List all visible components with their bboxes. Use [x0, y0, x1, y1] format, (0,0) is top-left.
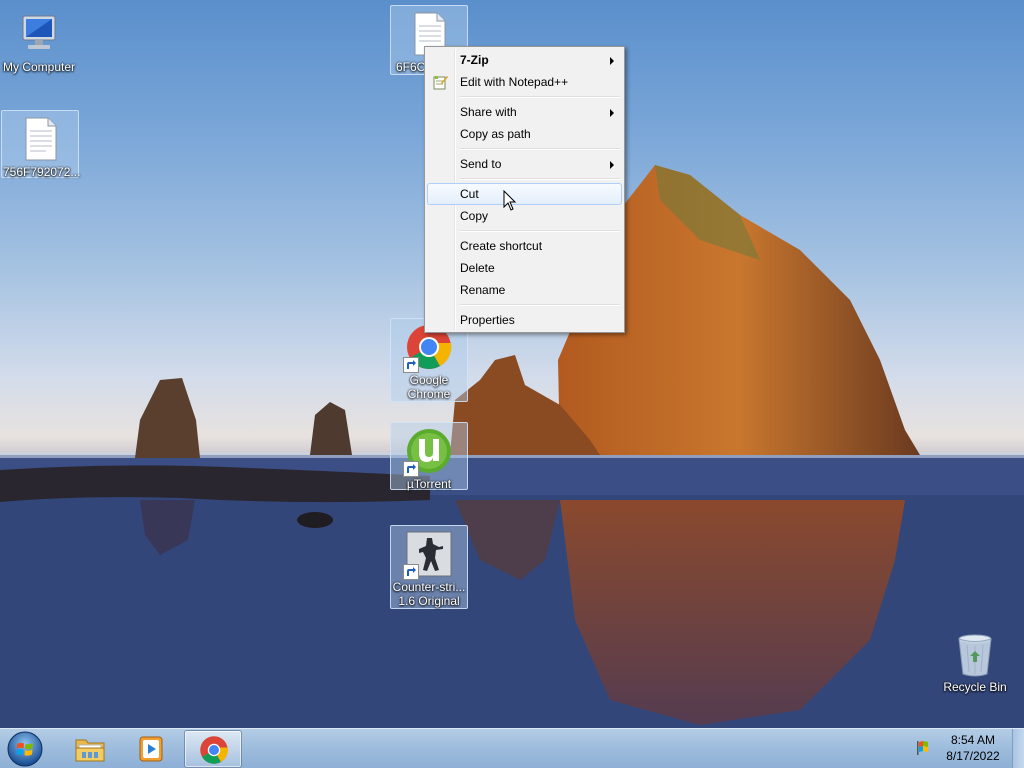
shortcut-arrow-icon [403, 564, 419, 580]
menu-item-label: Properties [460, 313, 515, 327]
submenu-arrow-icon [610, 57, 614, 65]
menu-separator [427, 93, 622, 101]
text-file-icon [16, 115, 64, 163]
explorer-folder-icon [75, 739, 105, 762]
menu-item-share-with[interactable]: Share with [427, 101, 622, 123]
menu-separator [427, 175, 622, 183]
menu-item-delete[interactable]: Delete [427, 257, 622, 279]
recycle-bin-icon [951, 630, 999, 678]
submenu-arrow-icon [610, 109, 614, 117]
desktop-icon-utorrent[interactable]: µTorrent [390, 422, 468, 491]
menu-item-label: Edit with Notepad++ [460, 75, 569, 89]
desktop-icon-file[interactable]: 756F792072... [1, 110, 81, 179]
taskbar-button-explorer[interactable] [60, 730, 118, 768]
menu-item-rename[interactable]: Rename [427, 279, 622, 301]
submenu-arrow-icon [610, 161, 614, 169]
clock-time: 8:54 AM [950, 733, 996, 747]
taskbar-clock[interactable]: 8:54 AM 8/17/2022 [938, 732, 1008, 764]
taskbar: 8:54 AM 8/17/2022 [0, 728, 1024, 768]
menu-item-send-to[interactable]: Send to [427, 153, 622, 175]
computer-icon [15, 10, 63, 58]
action-center-flag-icon[interactable] [914, 739, 932, 757]
desktop-icon-label: My Computer [2, 60, 76, 74]
menu-item-label: Share with [460, 105, 517, 119]
start-button[interactable] [5, 730, 45, 768]
menu-item-copy[interactable]: Copy [427, 205, 622, 227]
menu-item-label: Copy [460, 209, 489, 223]
utorrent-icon [403, 427, 453, 477]
chrome-icon [200, 736, 228, 764]
menu-item-create-shortcut[interactable]: Create shortcut [427, 235, 622, 257]
menu-item-label: 7-Zip [460, 53, 489, 67]
menu-item-properties[interactable]: Properties [427, 309, 622, 331]
counter-strike-icon [403, 530, 453, 580]
desktop-icon-label: Counter-stri... 1.6 Original [392, 580, 466, 608]
desktop-icon-recycle-bin[interactable]: Recycle Bin [936, 626, 1014, 694]
desktop-icon-counter-strike[interactable]: Counter-stri... 1.6 Original [390, 525, 468, 609]
menu-item-label: Send to [460, 157, 502, 171]
taskbar-button-media-player[interactable] [121, 730, 179, 768]
clock-date: 8/17/2022 [946, 749, 1000, 763]
shortcut-arrow-icon [403, 461, 419, 477]
desktop-icon-label: Recycle Bin [943, 680, 1007, 694]
menu-separator [427, 227, 622, 235]
desktop[interactable]: My Computer 756F792072... 6F6C Google Ch… [0, 0, 1024, 728]
desktop-icon-label: Google Chrome [407, 373, 451, 401]
menu-separator [427, 301, 622, 309]
notepad-plus-plus-icon [432, 74, 448, 90]
taskbar-button-chrome[interactable] [184, 730, 242, 768]
menu-item-label: Rename [460, 283, 506, 297]
desktop-icon-label: µTorrent [406, 477, 452, 491]
start-orb-icon [7, 731, 43, 767]
menu-item-label: Create shortcut [460, 239, 543, 253]
menu-item-edit-with-notepad[interactable]: Edit with Notepad++ [427, 71, 622, 93]
menu-item-cut[interactable]: Cut [427, 183, 622, 205]
media-player-icon [139, 736, 163, 762]
menu-separator [427, 145, 622, 153]
desktop-icon-label: 756F792072... [3, 165, 81, 179]
menu-item-label: Delete [460, 261, 495, 275]
menu-item-copy-as-path[interactable]: Copy as path [427, 123, 622, 145]
mouse-pointer-icon [503, 190, 517, 211]
desktop-icon-my-computer[interactable]: My Computer [0, 6, 78, 74]
menu-item-label: Copy as path [460, 127, 531, 141]
shortcut-arrow-icon [403, 357, 419, 373]
menu-item-label: Cut [460, 187, 479, 201]
context-menu: 7-Zip Edit with Notepad++ Share with Cop… [424, 46, 625, 333]
menu-item-7zip[interactable]: 7-Zip [427, 49, 622, 71]
show-desktop-button[interactable] [1012, 729, 1024, 768]
